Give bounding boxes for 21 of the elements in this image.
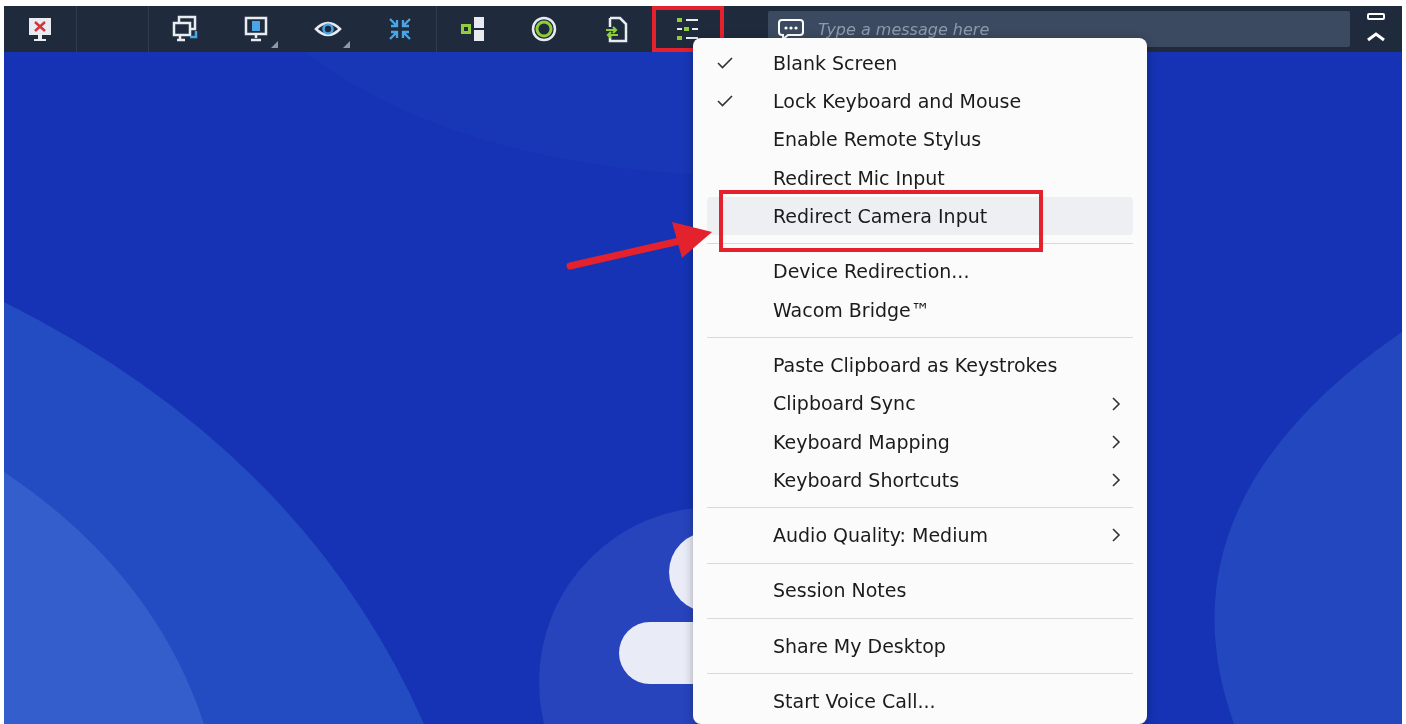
menu-item[interactable]: Device Redirection... [707, 252, 1133, 291]
keys-icon [458, 15, 487, 43]
menu-item[interactable]: Lock Keyboard and Mouse [707, 82, 1133, 121]
menu-item[interactable]: Paste Clipboard as Keystrokes [707, 346, 1133, 385]
monitor-icon [242, 15, 270, 43]
menu-item[interactable]: Enable Remote Stylus [707, 120, 1133, 159]
menu-item[interactable]: Start Voice Call... [707, 682, 1133, 721]
menu-item[interactable]: Redirect Mic Input [707, 158, 1133, 198]
menu-item[interactable]: Session Notes [707, 571, 1133, 610]
screen-close-icon [26, 15, 54, 43]
menu-item[interactable]: Audio Quality: Medium [707, 516, 1133, 555]
menu-item[interactable]: Keyboard Shortcuts [707, 460, 1133, 500]
menu-item[interactable]: Redirect Camera Input [707, 197, 1133, 236]
toolbar-button[interactable] [652, 6, 724, 52]
circle-icon [530, 15, 558, 43]
monitors-icon [170, 15, 199, 43]
menu-item[interactable]: Blank Screen [707, 44, 1133, 83]
menu-item[interactable]: Clipboard Sync [707, 384, 1133, 423]
menu-item[interactable]: Wacom Bridge™ [707, 290, 1133, 330]
menu-item[interactable]: Share My Desktop [707, 626, 1133, 666]
menu-item[interactable]: Keyboard Mapping [707, 422, 1133, 461]
